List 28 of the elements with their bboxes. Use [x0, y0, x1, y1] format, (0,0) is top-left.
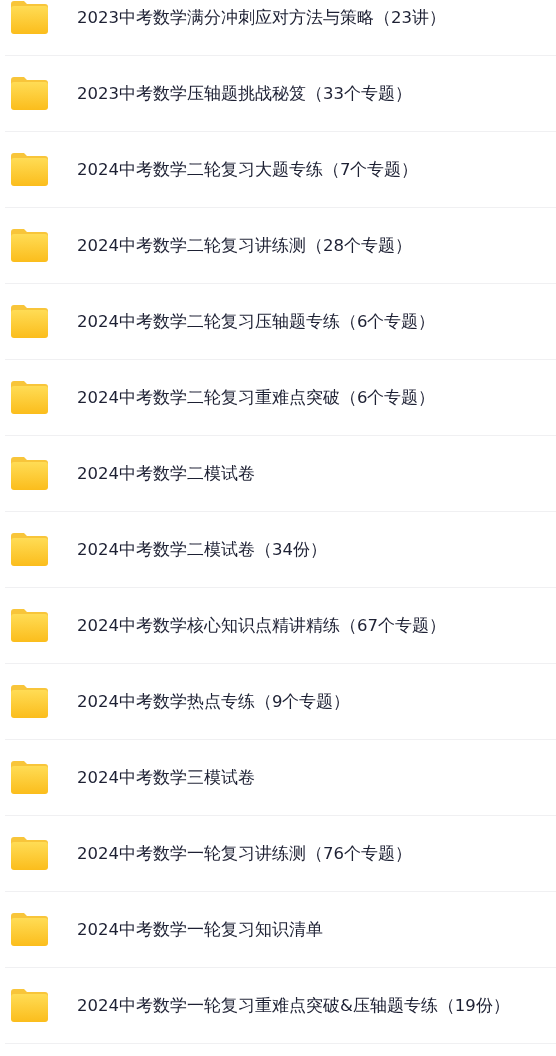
folder-icon — [11, 305, 48, 338]
folder-name[interactable]: 2024中考数学一轮复习重难点突破&压轴题专练（19份） — [77, 994, 510, 1017]
folder-icon — [11, 77, 48, 110]
folder-icon — [11, 1, 48, 34]
folder-name[interactable]: 2024中考数学一轮复习讲练测（76个专题） — [77, 842, 412, 865]
folder-name[interactable]: 2024中考数学二模试卷（34份） — [77, 538, 327, 561]
folder-icon — [11, 381, 48, 414]
folder-icon — [11, 229, 48, 262]
folder-name[interactable]: 2023中考数学满分冲刺应对方法与策略（23讲） — [77, 6, 446, 29]
folder-name[interactable]: 2024中考数学二轮复习重难点突破（6个专题） — [77, 386, 436, 409]
folder-icon — [11, 457, 48, 490]
folder-icon — [11, 837, 48, 870]
folder-name[interactable]: 2024中考数学一轮复习知识清单 — [77, 918, 323, 941]
folder-name[interactable]: 2024中考数学热点专练（9个专题） — [77, 690, 351, 713]
folder-name[interactable]: 2024中考数学二模试卷 — [77, 462, 255, 485]
folder-name[interactable]: 2024中考数学核心知识点精讲精练（67个专题） — [77, 614, 446, 637]
folder-icon — [11, 761, 48, 794]
folder-icon — [11, 989, 48, 1022]
folder-icon — [11, 153, 48, 186]
folder-icon — [11, 685, 48, 718]
folder-name[interactable]: 2024中考数学三模试卷 — [77, 766, 255, 789]
folder-icon — [11, 533, 48, 566]
folder-name[interactable]: 2024中考数学二轮复习讲练测（28个专题） — [77, 234, 412, 257]
folder-name[interactable]: 2023中考数学压轴题挑战秘笈（33个专题） — [77, 82, 412, 105]
folder-icon — [11, 913, 48, 946]
folder-name[interactable]: 2024中考数学二轮复习大题专练（7个专题） — [77, 158, 419, 181]
folder-icon — [11, 609, 48, 642]
folder-name[interactable]: 2024中考数学二轮复习压轴题专练（6个专题） — [77, 310, 436, 333]
